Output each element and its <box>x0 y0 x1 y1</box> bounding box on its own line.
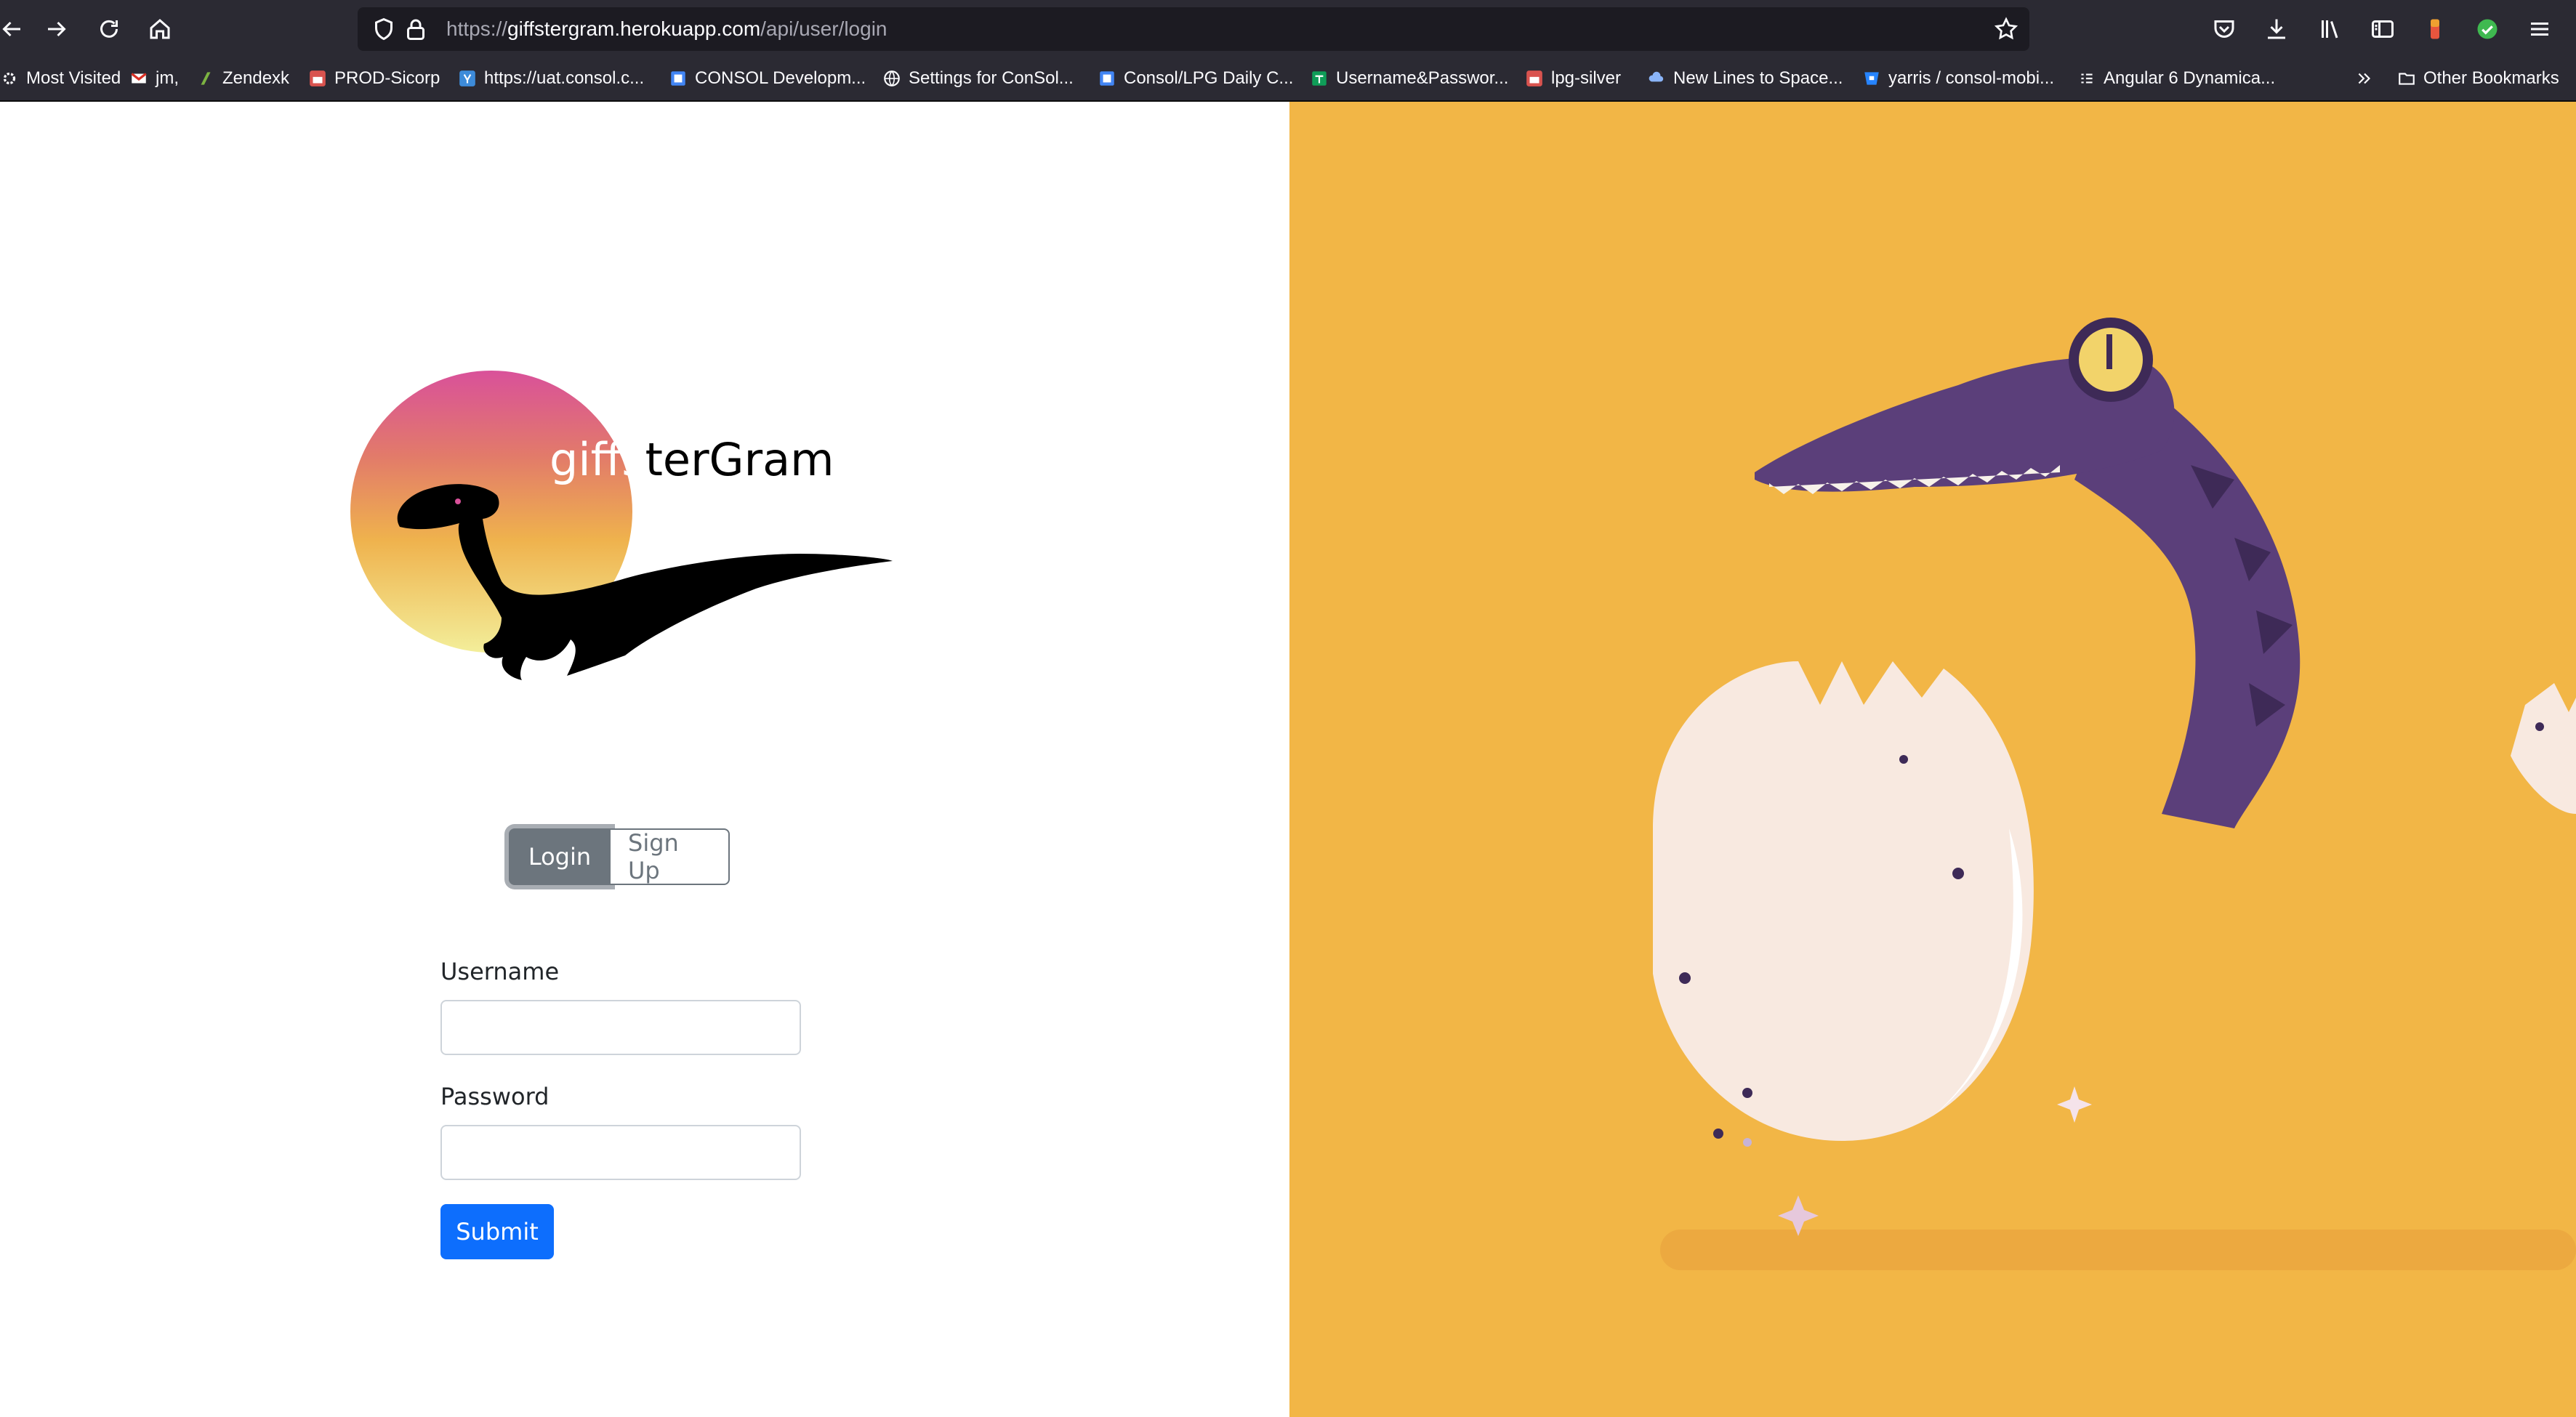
url-bar[interactable]: https://giffstergram.herokuapp.com/api/u… <box>358 7 2029 51</box>
library-icon[interactable] <box>2314 13 2346 45</box>
bookmark-zendexk[interactable]: Zendexk <box>196 64 289 93</box>
url-host: giffstergram.herokuapp.com <box>507 17 761 40</box>
bookmark-prod-sicorp[interactable]: PROD-Sicorp <box>308 64 440 93</box>
site-icon <box>310 70 326 86</box>
logo-wordmark: giffsterGram <box>550 433 834 486</box>
reload-icon[interactable] <box>93 13 125 45</box>
password-input[interactable] <box>440 1125 801 1180</box>
hatching-dinosaur-illustration-icon <box>1653 318 2576 1270</box>
bookmark-uat-consol[interactable]: https://uat.consol.c... <box>458 64 644 93</box>
sheets-icon <box>1312 71 1327 86</box>
site-icon <box>1526 70 1542 86</box>
zendesk-icon <box>201 72 211 85</box>
url-path: /api/user/login <box>760 17 887 40</box>
bookmark-label: Other Bookmarks <box>2423 68 2559 88</box>
bookmark-label: jm, <box>156 68 179 88</box>
lock-icon[interactable] <box>403 16 429 42</box>
url-scheme: https:// <box>446 17 508 40</box>
extension-red-icon[interactable] <box>2419 13 2451 45</box>
home-icon[interactable] <box>144 13 176 45</box>
bookmark-label: CONSOL Developm... <box>695 68 866 88</box>
cloud-icon <box>1649 71 1664 82</box>
bookmark-other-bookmarks[interactable]: Other Bookmarks <box>2397 64 2559 93</box>
username-label: Username <box>440 958 560 985</box>
raptor-sunset-logo-icon <box>350 371 893 680</box>
downloads-icon[interactable] <box>2261 13 2293 45</box>
bookmark-star-icon[interactable] <box>1993 16 2019 42</box>
bookmarks-toolbar: Most Visited jm, Zendexk PROD-Sicorp htt… <box>0 58 2576 102</box>
gmail-icon <box>131 73 147 84</box>
forward-icon[interactable] <box>41 13 73 45</box>
sidebar-icon[interactable] <box>2367 13 2399 45</box>
username-input[interactable] <box>440 1000 801 1055</box>
auth-mode-toggle: Login Sign Up <box>509 828 730 885</box>
hero-illustration-pane <box>1289 102 2576 1417</box>
bookmark-label: https://uat.consol.c... <box>484 68 645 88</box>
bookmark-new-lines[interactable]: New Lines to Space... <box>1647 64 1843 93</box>
double-chevron-icon <box>2358 73 2371 84</box>
login-tab-button[interactable]: Login <box>509 828 611 885</box>
yammer-icon <box>459 70 475 86</box>
giffstergram-logo: giffsterGram <box>349 363 901 683</box>
bookmarks-overflow-chevron-icon[interactable] <box>2355 64 2381 93</box>
list-icon <box>2081 73 2093 84</box>
bookmark-label: Most Visited <box>26 68 121 88</box>
bookmark-angular[interactable]: Angular 6 Dynamica... <box>2077 64 2275 93</box>
bookmark-settings-consol[interactable]: Settings for ConSol... <box>882 64 1074 93</box>
submit-button[interactable]: Submit <box>440 1204 554 1259</box>
url-text[interactable]: https://giffstergram.herokuapp.com/api/u… <box>446 7 887 51</box>
menu-icon[interactable] <box>2524 13 2556 45</box>
bookmark-label: Zendexk <box>222 68 290 88</box>
pocket-icon[interactable] <box>2208 13 2240 45</box>
bookmark-consol-lpg-daily[interactable]: Consol/LPG Daily C... <box>1098 64 1293 93</box>
bookmark-label: lpg-silver <box>1551 68 1622 88</box>
tracking-shield-icon[interactable] <box>371 16 397 42</box>
globe-icon <box>884 70 900 86</box>
bookmark-label: Angular 6 Dynamica... <box>2104 68 2276 88</box>
extension-check-icon[interactable] <box>2471 13 2503 45</box>
bookmark-label: New Lines to Space... <box>1673 68 1843 88</box>
password-label: Password <box>440 1083 550 1110</box>
doc-icon <box>1100 71 1114 86</box>
gear-icon <box>3 72 16 85</box>
bitbucket-icon <box>1864 72 1879 85</box>
signup-tab-button[interactable]: Sign Up <box>611 828 730 885</box>
bookmark-label: PROD-Sicorp <box>334 68 440 88</box>
bookmark-most-visited[interactable]: Most Visited <box>0 64 121 93</box>
folder-icon <box>2399 73 2415 85</box>
logo-wordmark-part1: giffs <box>550 433 645 486</box>
login-pane: giffsterGram Login Sign Up Username Pass… <box>0 102 1289 1417</box>
bookmark-lpg-silver[interactable]: lpg-silver <box>1525 64 1621 93</box>
bookmark-label: yarris / consol-mobi... <box>1888 68 2055 88</box>
bookmark-consol-development[interactable]: CONSOL Developm... <box>669 64 866 93</box>
doc-icon <box>671 71 685 86</box>
bookmark-label: Settings for ConSol... <box>909 68 1074 88</box>
bookmark-label: Username&Passwor... <box>1336 68 1509 88</box>
back-icon[interactable] <box>0 13 28 45</box>
logo-wordmark-part2: terGram <box>645 433 834 486</box>
browser-toolbar: https://giffstergram.herokuapp.com/api/u… <box>0 0 2576 58</box>
bookmark-username-password[interactable]: Username&Passwor... <box>1310 64 1508 93</box>
bookmark-jm[interactable]: jm, <box>129 64 179 93</box>
bookmark-label: Consol/LPG Daily C... <box>1124 68 1294 88</box>
bookmark-yarris-consol[interactable]: yarris / consol-mobi... <box>1862 64 2054 93</box>
